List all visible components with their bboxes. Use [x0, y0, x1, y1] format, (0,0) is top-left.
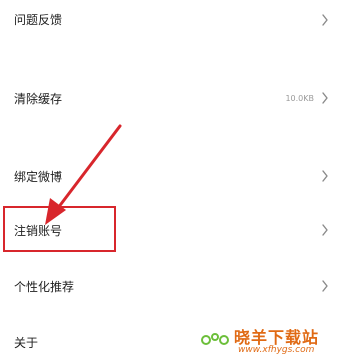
sheep-logo-icon [201, 333, 229, 345]
watermark: 晓羊下载站 www.xfhygs.com [198, 322, 338, 364]
annotation-arrow [45, 124, 122, 225]
watermark-url: www.xfhygs.com [238, 345, 315, 355]
